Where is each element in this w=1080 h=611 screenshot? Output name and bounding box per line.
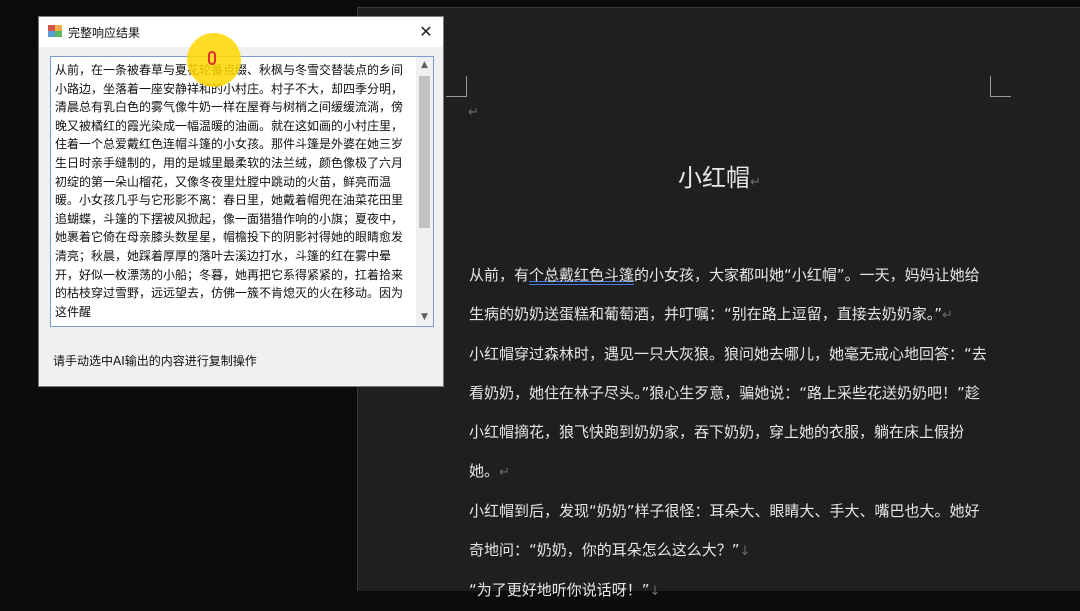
response-text[interactable]: 从前，在一条被春草与夏花轮番点缀、秋枫与冬雪交替装点的乡间小路边，坐落着一座安静… xyxy=(55,61,413,323)
document-title[interactable]: 小红帽↵ xyxy=(358,158,1080,193)
grammar-underline: 个总戴红色斗篷 xyxy=(529,266,635,284)
paragraph-text: “为了更好地听你说话呀！” xyxy=(469,581,650,599)
document-paragraph[interactable]: 小红帽到后，发现“奶奶”样子很怪：耳朵大、眼睛大、手大、嘴巴也大。她好奇地问：“… xyxy=(469,492,989,571)
document-title-text: 小红帽 xyxy=(678,164,751,192)
result-dialog: 完整响应结果 ✕ 从前，在一条被春草与夏花轮番点缀、秋枫与冬雪交替装点的乡间小路… xyxy=(38,16,444,387)
close-button[interactable]: ✕ xyxy=(409,17,443,47)
paragraph-mark: ↵ xyxy=(750,175,761,190)
line-break-mark: ↓ xyxy=(739,544,751,559)
paragraph-text: 从前，有 xyxy=(469,266,530,284)
paragraph-mark: ↵ xyxy=(468,105,479,120)
response-textbox[interactable]: 从前，在一条被春草与夏花轮番点缀、秋枫与冬雪交替装点的乡间小路边，坐落着一座安静… xyxy=(50,56,434,327)
paragraph-text: 小红帽穿过森林时，遇见一只大灰狼。狼问她去哪儿，她毫无戒心地回答：“去看奶奶，她… xyxy=(469,345,987,480)
scroll-down-arrow-icon[interactable]: ▼ xyxy=(416,309,433,326)
paragraph-text: 小红帽到后，发现“奶奶”样子很怪：耳朵大、眼睛大、手大、嘴巴也大。她好奇地问：“… xyxy=(469,502,980,559)
document-page: ↵ 小红帽↵ 从前，有个总戴红色斗篷的小女孩，大家都叫她“小红帽”。一天，妈妈让… xyxy=(357,7,1080,599)
scroll-up-arrow-icon[interactable]: ▲ xyxy=(416,57,433,74)
dialog-titlebar[interactable]: 完整响应结果 ✕ xyxy=(39,17,443,47)
paragraph-mark: ↵ xyxy=(499,465,510,480)
mouse-cursor-icon xyxy=(208,51,216,65)
paragraph-mark: ↵ xyxy=(942,308,953,323)
copy-hint-label: 请手动选中AI输出的内容进行复制操作 xyxy=(53,354,257,368)
document-paragraph[interactable]: “为了更好地听你说话呀！”↓ xyxy=(469,571,989,611)
scroll-thumb[interactable] xyxy=(419,76,430,228)
document-paragraph[interactable]: 从前，有个总戴红色斗篷的小女孩，大家都叫她“小红帽”。一天，妈妈让她给生病的奶奶… xyxy=(469,256,989,335)
dialog-title: 完整响应结果 xyxy=(68,26,141,40)
line-break-mark: ↓ xyxy=(649,584,661,599)
margin-corner-top-right xyxy=(990,76,1011,97)
document-paragraph[interactable]: 小红帽穿过森林时，遇见一只大灰狼。狼问她去哪儿，她毫无戒心地回答：“去看奶奶，她… xyxy=(469,335,989,492)
vertical-scrollbar[interactable]: ▲ ▼ xyxy=(416,57,433,326)
document-body[interactable]: 从前，有个总戴红色斗篷的小女孩，大家都叫她“小红帽”。一天，妈妈让她给生病的奶奶… xyxy=(469,256,989,611)
close-icon: ✕ xyxy=(419,22,433,41)
app-icon xyxy=(48,25,62,37)
margin-corner-top-left xyxy=(446,76,467,97)
